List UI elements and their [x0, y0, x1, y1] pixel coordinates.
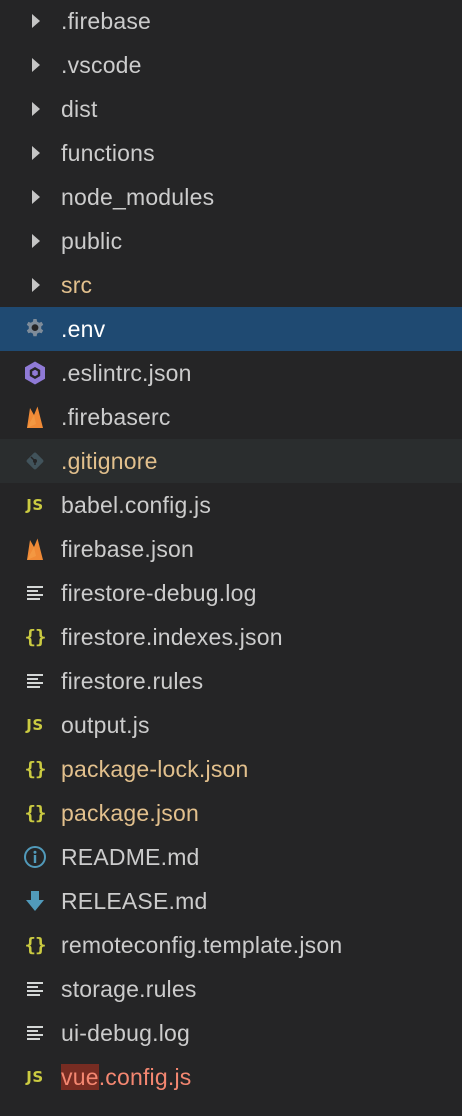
- file-item-vue-config-js[interactable]: JS vue.config.js: [0, 1055, 462, 1099]
- eslint-icon: [20, 360, 50, 386]
- file-name-label: .vscode: [61, 52, 142, 78]
- javascript-icon: JS: [26, 496, 44, 514]
- file-name-label: package.json: [61, 800, 199, 826]
- file-name-label: .gitignore: [61, 448, 158, 474]
- file-name-label: firestore.rules: [61, 668, 204, 694]
- text-lines-icon: [20, 1020, 50, 1046]
- firebase-icon: [20, 536, 50, 562]
- file-item-dot-eslintrc-json[interactable]: .eslintrc.json: [0, 351, 462, 395]
- folder-item-src[interactable]: src: [0, 263, 462, 307]
- git-icon: [20, 448, 50, 474]
- file-name-label: .env: [61, 316, 106, 342]
- file-item-ui-debug-log[interactable]: ui-debug.log: [0, 1011, 462, 1055]
- file-name-label: output.js: [61, 712, 150, 738]
- file-name-label: firestore.indexes.json: [61, 624, 283, 650]
- file-name-label: RELEASE.md: [61, 888, 208, 914]
- file-item-output-js[interactable]: JS output.js: [0, 703, 462, 747]
- json-icon: {}: [24, 934, 47, 956]
- info-icon: [20, 844, 50, 870]
- file-name-label: package-lock.json: [61, 756, 249, 782]
- file-item-dot-gitignore[interactable]: .gitignore: [0, 439, 462, 483]
- chevron-right-icon[interactable]: [26, 8, 46, 34]
- file-item-firestore-rules[interactable]: firestore.rules: [0, 659, 462, 703]
- file-item-readme-md[interactable]: README.md: [0, 835, 462, 879]
- file-name-label: .firebase: [61, 8, 152, 34]
- file-name-label: .eslintrc.json: [61, 360, 192, 386]
- text-lines-icon: [20, 668, 50, 694]
- file-item-package-lock-json[interactable]: {} package-lock.json: [0, 747, 462, 791]
- folder-item-node-modules[interactable]: node_modules: [0, 175, 462, 219]
- file-name-label: src: [61, 272, 93, 298]
- folder-item-dot-firebase[interactable]: .firebase: [0, 0, 462, 43]
- file-name-label: remoteconfig.template.json: [61, 932, 343, 958]
- json-icon: {}: [24, 802, 47, 824]
- json-icon: {}: [24, 758, 47, 780]
- text-lines-icon: [20, 976, 50, 1002]
- file-name-label: dist: [61, 96, 98, 122]
- javascript-icon: JS: [26, 1068, 44, 1086]
- markdown-download-icon: [20, 888, 50, 914]
- file-item-release-md[interactable]: RELEASE.md: [0, 879, 462, 923]
- file-item-storage-rules[interactable]: storage.rules: [0, 967, 462, 1011]
- file-name-label: firebase.json: [61, 536, 195, 562]
- chevron-right-icon[interactable]: [26, 184, 46, 210]
- file-name-label: README.md: [61, 844, 200, 870]
- json-icon: {}: [24, 626, 47, 648]
- folder-item-dot-vscode[interactable]: .vscode: [0, 43, 462, 87]
- gear-icon: [20, 316, 50, 342]
- firebase-icon: [20, 404, 50, 430]
- file-explorer: .firebase .vscode dist functions node_module…: [0, 0, 462, 1116]
- folder-item-public[interactable]: public: [0, 219, 462, 263]
- match-highlight: vue: [61, 1064, 99, 1090]
- file-name-label: ui-debug.log: [61, 1020, 191, 1046]
- file-item-dot-firebaserc[interactable]: .firebaserc: [0, 395, 462, 439]
- file-item-dot-env[interactable]: .env: [0, 307, 462, 351]
- chevron-right-icon[interactable]: [26, 228, 46, 254]
- chevron-right-icon[interactable]: [26, 140, 46, 166]
- javascript-icon: JS: [26, 716, 44, 734]
- file-name-label: node_modules: [61, 184, 215, 210]
- file-item-babel-config-js[interactable]: JS babel.config.js: [0, 483, 462, 527]
- text-lines-icon: [20, 580, 50, 606]
- file-item-package-json[interactable]: {} package.json: [0, 791, 462, 835]
- file-item-remoteconfig-template-json[interactable]: {} remoteconfig.template.json: [0, 923, 462, 967]
- folder-item-dist[interactable]: dist: [0, 87, 462, 131]
- chevron-right-icon[interactable]: [26, 52, 46, 78]
- file-name-label: public: [61, 228, 123, 254]
- file-name-label: vue.config.js: [61, 1064, 192, 1090]
- folder-item-functions[interactable]: functions: [0, 131, 462, 175]
- file-item-firestore-debug-log[interactable]: firestore-debug.log: [0, 571, 462, 615]
- file-name-label: firestore-debug.log: [61, 580, 257, 606]
- file-name-label: .firebaserc: [61, 404, 171, 430]
- file-name-label: functions: [61, 140, 155, 166]
- file-item-firebase-json[interactable]: firebase.json: [0, 527, 462, 571]
- file-name-label: storage.rules: [61, 976, 197, 1002]
- file-name-label: babel.config.js: [61, 492, 212, 518]
- chevron-right-icon[interactable]: [26, 96, 46, 122]
- chevron-right-icon[interactable]: [26, 272, 46, 298]
- file-item-firestore-indexes-json[interactable]: {} firestore.indexes.json: [0, 615, 462, 659]
